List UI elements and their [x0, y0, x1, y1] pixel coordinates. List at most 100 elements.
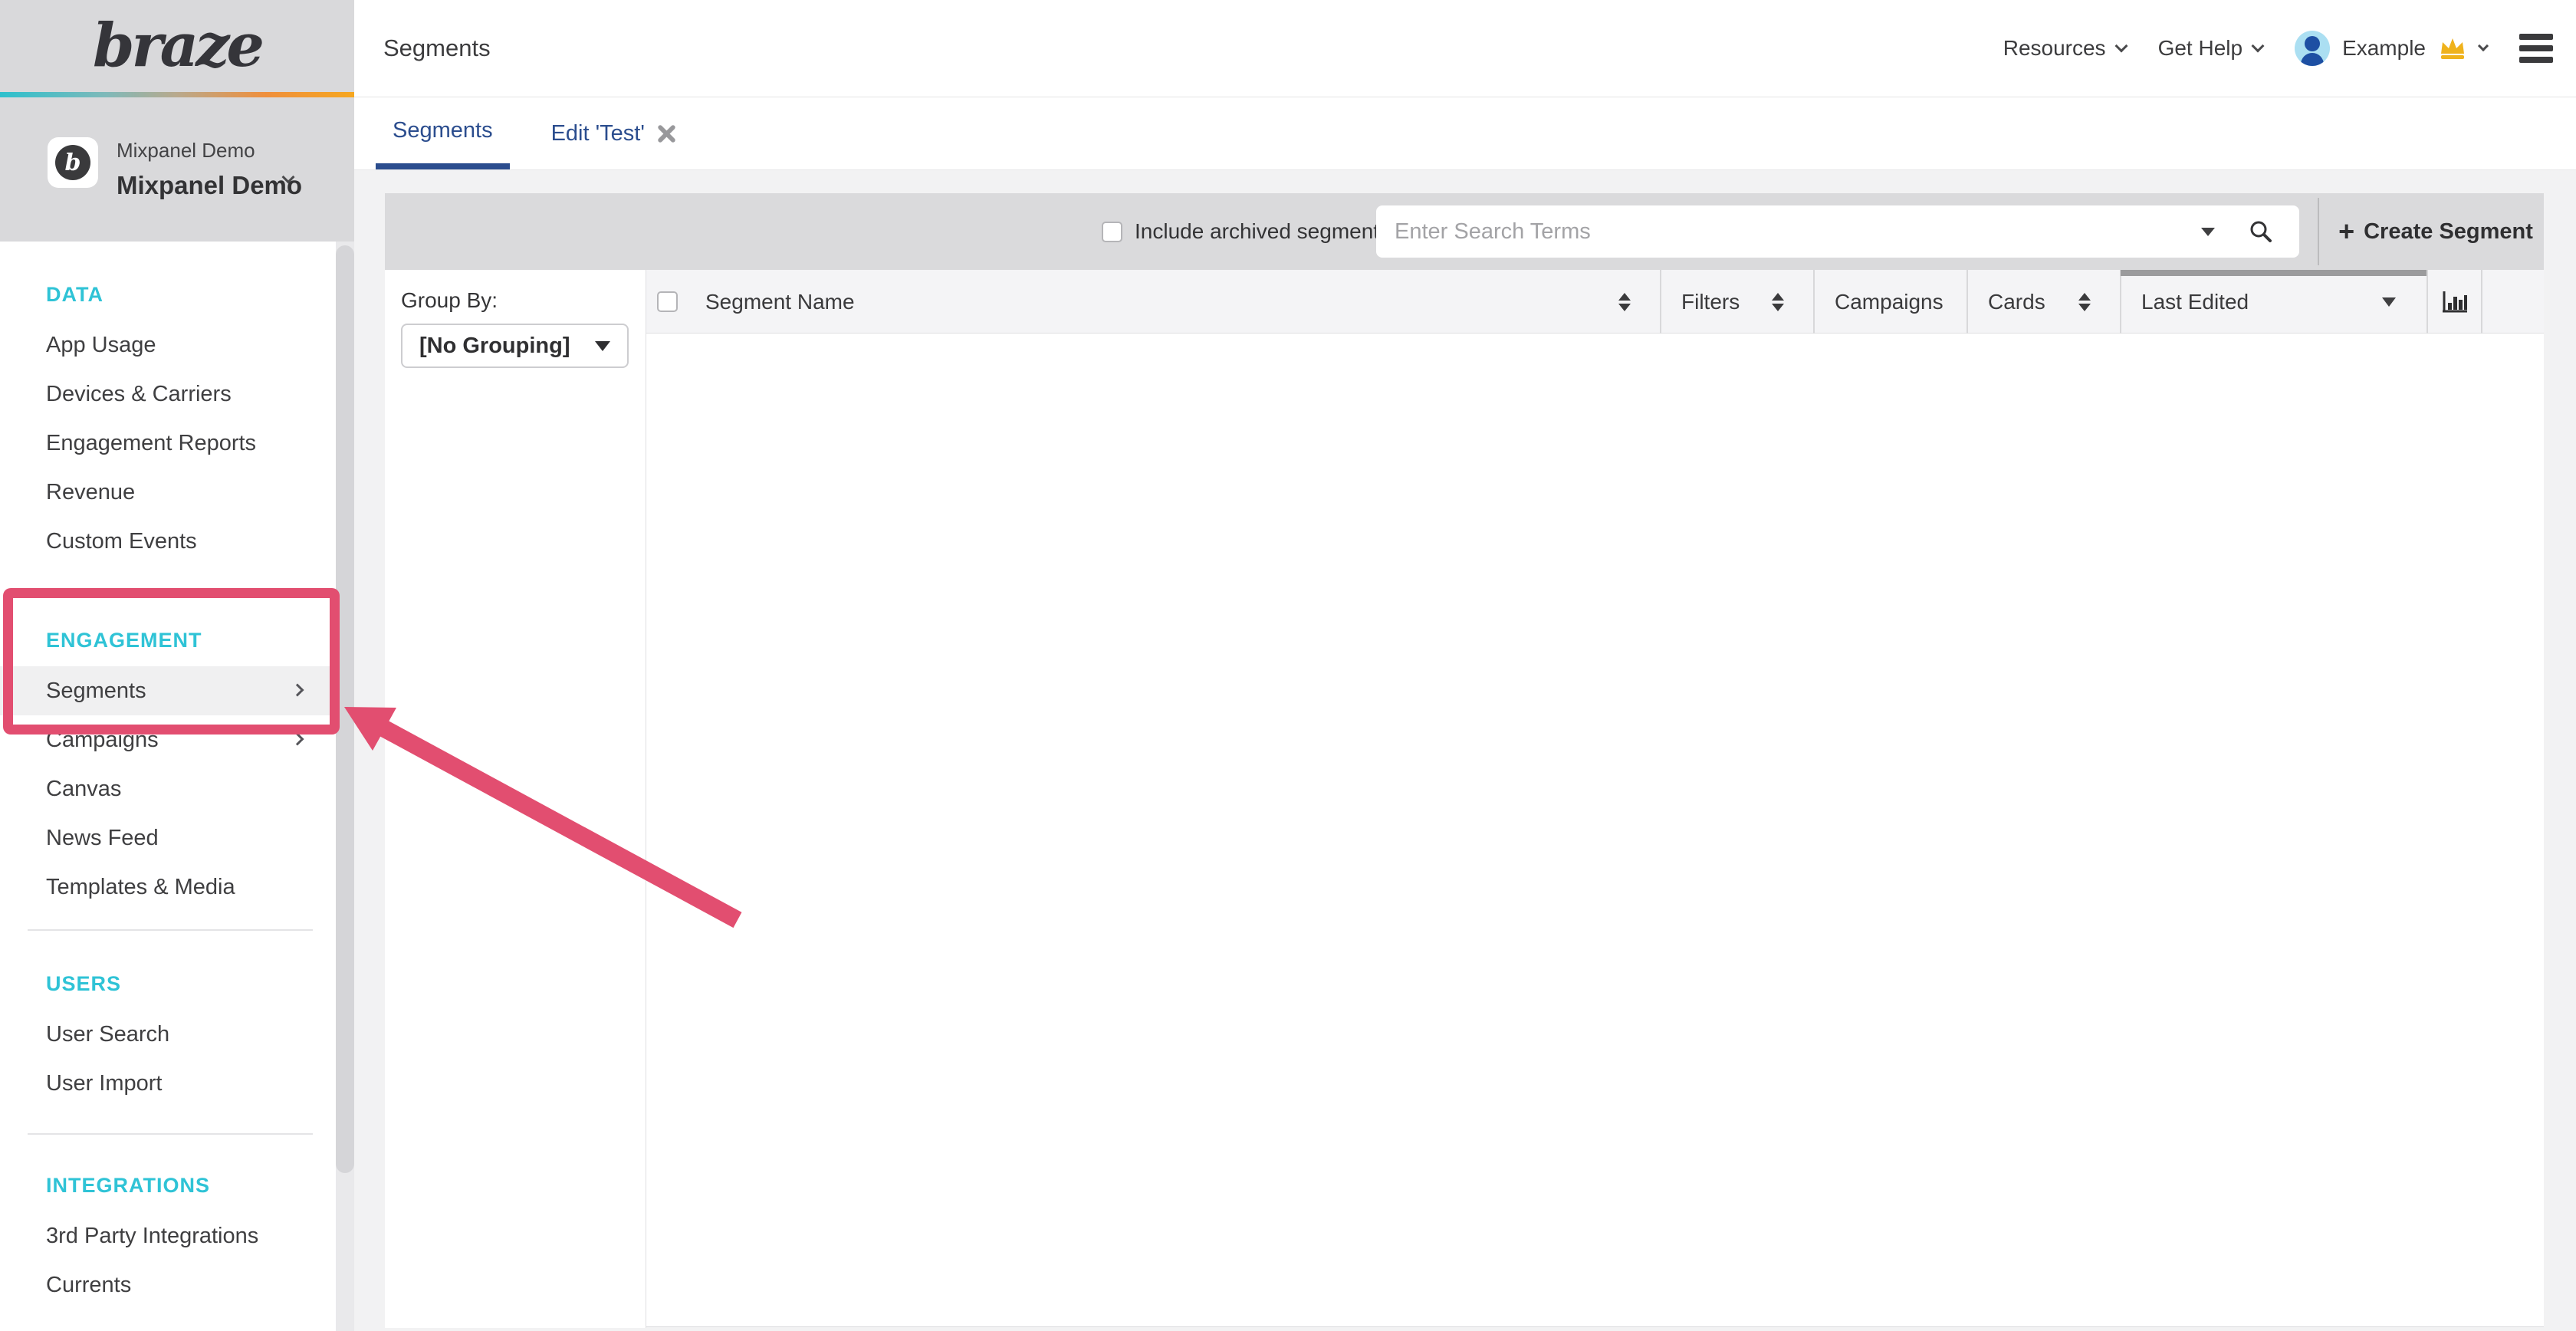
sidebar-item-revenue[interactable]: Revenue — [0, 468, 336, 517]
sidebar-item-currents[interactable]: Currents — [0, 1260, 336, 1310]
sidebar-item-label: News Feed — [46, 826, 159, 850]
sidebar-item-label: Campaigns — [46, 728, 159, 752]
page-title: Segments — [383, 35, 491, 62]
group-by-panel: Group By: [No Grouping] — [385, 270, 646, 1328]
column-header-label: Campaigns — [1835, 290, 1944, 314]
chevron-right-icon — [291, 684, 304, 697]
sidebar-item-segments[interactable]: Segments — [0, 666, 336, 715]
user-name: Example — [2342, 36, 2426, 61]
column-header-campaigns: Campaigns — [1813, 270, 1967, 334]
column-header-analytics[interactable] — [2426, 270, 2481, 334]
sidebar-item-3rd-party-integrations[interactable]: 3rd Party Integrations — [0, 1211, 336, 1260]
column-header-label: Filters — [1681, 290, 1740, 314]
group-by-label: Group By: — [401, 288, 498, 313]
include-archived-label: Include archived segments — [1135, 219, 1390, 244]
search-input[interactable] — [1376, 205, 2201, 258]
segments-toolbar: Include archived segments + Create Segme… — [385, 193, 2544, 270]
resources-menu[interactable]: Resources — [2003, 36, 2126, 61]
search-icon[interactable] — [2249, 219, 2273, 244]
braze-app-window: braze Segments Resources Get Help — [0, 0, 2576, 1331]
brand-block: braze — [0, 0, 354, 97]
sort-arrows-icon[interactable] — [1772, 293, 1784, 311]
chevron-down-icon — [2114, 40, 2128, 53]
column-header-filters[interactable]: Filters — [1660, 270, 1813, 334]
sidebar-item-app-usage[interactable]: App Usage — [0, 320, 336, 370]
braze-logo: braze — [0, 11, 354, 81]
sidebar-item-label: Canvas — [46, 777, 121, 801]
sort-descending-icon[interactable] — [2382, 297, 2396, 307]
column-header-empty — [2481, 270, 2544, 334]
sidebar-section-title-data: DATA — [0, 268, 336, 320]
crown-icon — [2438, 36, 2467, 61]
sidebar-item-user-import[interactable]: User Import — [0, 1059, 336, 1108]
sort-arrows-icon[interactable] — [2078, 293, 2091, 311]
header-main: Segments Resources Get Help Example — [354, 0, 2576, 97]
workspace-name-small: Mixpanel Demo — [117, 139, 255, 163]
sidebar-item-label: User Import — [46, 1071, 162, 1096]
sidebar-item-user-search[interactable]: User Search — [0, 1010, 336, 1059]
tab-segments[interactable]: Segments — [376, 97, 510, 169]
column-header-label: Cards — [1988, 290, 2045, 314]
sidebar-item-label: User Search — [46, 1022, 169, 1047]
sidebar-item-custom-events[interactable]: Custom Events — [0, 517, 336, 566]
dropdown-caret-icon — [595, 341, 610, 351]
sort-arrows-icon[interactable] — [1618, 293, 1631, 311]
sidebar-nav: DATA App Usage Devices & Carriers Engagemen… — [0, 268, 336, 1310]
workspace-icon: b — [48, 137, 98, 188]
toolbar-divider — [2318, 198, 2319, 265]
sidebar-item-label: 3rd Party Integrations — [46, 1224, 258, 1248]
bar-chart-icon — [2441, 290, 2469, 314]
get-help-label: Get Help — [2158, 36, 2243, 61]
sidebar-item-label: Currents — [46, 1273, 131, 1297]
gradient-divider — [0, 92, 354, 97]
tab-edit-test-label: Edit 'Test' — [551, 121, 645, 146]
column-header-segment-name[interactable]: Segment Name — [646, 270, 1660, 334]
sidebar-item-label: Templates & Media — [46, 875, 235, 899]
sidebar-item-devices-carriers[interactable]: Devices & Carriers — [0, 370, 336, 419]
close-icon[interactable] — [657, 124, 676, 143]
avatar — [2295, 31, 2330, 66]
table-header-row: Segment Name Filters Campaigns Cards Last Ed… — [646, 270, 2544, 334]
plus-icon: + — [2338, 218, 2354, 245]
sidebar-item-label: App Usage — [46, 333, 156, 357]
chevron-down-icon — [2252, 40, 2265, 53]
workspace-name: Mixpanel Demo — [117, 171, 302, 200]
chevron-right-icon — [291, 733, 304, 746]
sidebar-item-label: Segments — [46, 679, 146, 703]
create-segment-label: Create Segment — [2364, 219, 2533, 245]
user-account-menu[interactable]: Example — [2295, 31, 2487, 66]
sidebar-item-label: Custom Events — [46, 529, 197, 554]
sidebar-item-label: Revenue — [46, 480, 135, 504]
sidebar-item-engagement-reports[interactable]: Engagement Reports — [0, 419, 336, 468]
tab-edit-test[interactable]: Edit 'Test' — [534, 97, 693, 169]
header-right-menu: Resources Get Help Example — [2003, 31, 2553, 66]
column-header-cards[interactable]: Cards — [1967, 270, 2120, 334]
search-box — [1376, 205, 2299, 258]
create-segment-button[interactable]: + Create Segment — [2332, 193, 2539, 270]
workspace-icon-letter: b — [55, 145, 90, 180]
get-help-menu[interactable]: Get Help — [2158, 36, 2263, 61]
hamburger-menu-icon[interactable] — [2519, 34, 2553, 63]
workspace-switcher[interactable]: b Mixpanel Demo Mixpanel Demo — [0, 97, 354, 242]
sidebar: b Mixpanel Demo Mixpanel Demo DATA App Us… — [0, 97, 354, 1331]
sidebar-item-label: Devices & Carriers — [46, 382, 232, 406]
select-all-checkbox[interactable] — [657, 291, 678, 312]
sidebar-item-news-feed[interactable]: News Feed — [0, 813, 336, 863]
include-archived-checkbox[interactable] — [1102, 222, 1122, 242]
avatar-head — [2305, 36, 2320, 51]
include-archived-control: Include archived segments — [1102, 193, 1390, 270]
search-dropdown-caret-icon[interactable] — [2201, 228, 2215, 236]
sidebar-item-campaigns[interactable]: Campaigns — [0, 715, 336, 764]
segments-table: Segment Name Filters Campaigns Cards Last Ed… — [646, 270, 2544, 1328]
group-by-value: [No Grouping] — [402, 334, 595, 359]
avatar-body — [2301, 53, 2324, 66]
table-body — [646, 334, 2544, 1327]
column-header-label: Segment Name — [705, 290, 855, 314]
sidebar-section-title-engagement: ENGAGEMENT — [0, 614, 336, 666]
sidebar-item-canvas[interactable]: Canvas — [0, 764, 336, 813]
sidebar-item-templates-media[interactable]: Templates & Media — [0, 863, 336, 912]
resources-label: Resources — [2003, 36, 2106, 61]
column-header-last-edited[interactable]: Last Edited — [2120, 270, 2426, 334]
group-by-select[interactable]: [No Grouping] — [401, 324, 629, 368]
sidebar-scrollbar-thumb[interactable] — [336, 245, 354, 1173]
